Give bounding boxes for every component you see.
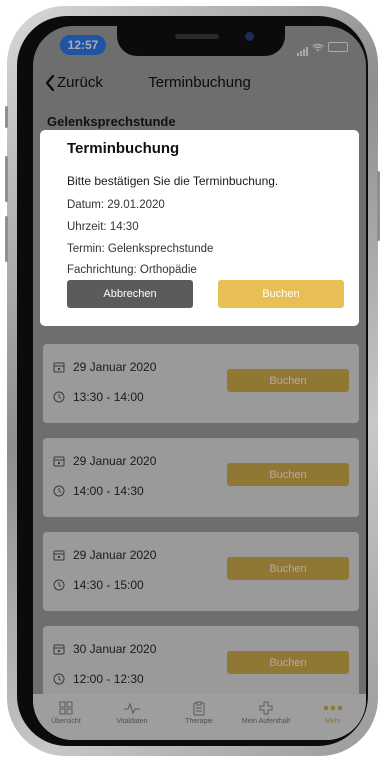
book-button[interactable]: Buchen	[227, 463, 349, 486]
clock-icon	[53, 485, 65, 497]
status-icons	[296, 38, 348, 56]
front-camera-icon	[245, 32, 254, 41]
book-button[interactable]: Buchen	[227, 369, 349, 392]
tab-label: Vitaldaten	[116, 718, 148, 725]
slot-time-row: 14:00 - 14:30	[53, 484, 144, 498]
dialog-date: Datum: 29.01.2020	[67, 199, 165, 211]
clipboard-icon	[193, 701, 205, 715]
section-title: Gelenksprechstunde	[47, 114, 176, 129]
tab-label: Übersicht	[51, 718, 81, 725]
dialog-specialty: Fachrichtung: Orthopädie	[67, 264, 197, 276]
slot-date: 29 Januar 2020	[73, 360, 157, 374]
wifi-icon	[312, 43, 324, 51]
slot-time-row: 14:30 - 15:00	[53, 578, 144, 592]
clock-icon	[53, 391, 65, 403]
grid-icon	[59, 701, 73, 715]
status-time: 12:57	[60, 35, 106, 55]
tab-label: Mein Aufenthalt	[241, 718, 291, 725]
slot-card: 29 Januar 2020 14:00 - 14:30 Buchen	[43, 438, 359, 517]
tab-vitaldaten[interactable]: Vitaldaten	[99, 698, 165, 725]
tab-label: Mehr	[325, 718, 341, 725]
slot-date: 29 Januar 2020	[73, 548, 157, 562]
cross-icon	[259, 701, 273, 715]
tab-label: Therapie	[185, 718, 213, 725]
dialog-time: Uhrzeit: 14:30	[67, 221, 139, 233]
slot-date-row: 29 Januar 2020	[53, 548, 156, 562]
calendar-icon	[53, 456, 65, 467]
dialog-title: Terminbuchung	[67, 140, 180, 157]
volume-up-button	[5, 156, 8, 202]
slot-time-row: 13:30 - 14:00	[53, 390, 144, 404]
power-button	[377, 171, 380, 241]
slot-date: 30 Januar 2020	[73, 642, 157, 656]
dialog-message: Bitte bestätigen Sie die Terminbuchung.	[67, 174, 279, 188]
slot-time: 12:00 - 12:30	[73, 672, 144, 686]
book-button[interactable]: Buchen	[227, 557, 349, 580]
tab-therapie[interactable]: Therapie	[166, 698, 232, 725]
tab-bar: Übersicht Vitaldaten Therapie Mein Aufen…	[33, 694, 366, 740]
slot-time: 14:30 - 15:00	[73, 578, 144, 592]
clock-icon	[53, 673, 65, 685]
notch	[117, 26, 285, 56]
slot-time: 14:00 - 14:30	[73, 484, 144, 498]
cancel-button[interactable]: Abbrechen	[67, 280, 193, 308]
more-icon	[323, 705, 343, 711]
slot-card: 29 Januar 2020 14:30 - 15:00 Buchen	[43, 532, 359, 611]
booking-confirmation-dialog: Terminbuchung Bitte bestätigen Sie die T…	[40, 130, 359, 326]
tab-mein-aufenthalt[interactable]: Mein Aufenthalt	[233, 698, 299, 725]
clock-icon	[53, 579, 65, 591]
volume-down-button	[5, 216, 8, 262]
navigation-bar: Zurück Terminbuchung	[33, 64, 366, 104]
screen: 12:57 Zurück Terminbuchung Gelenksprechs…	[33, 26, 366, 740]
slot-date-row: 29 Januar 2020	[53, 454, 156, 468]
dialog-appointment: Termin: Gelenksprechstunde	[67, 243, 214, 255]
speaker-grille	[175, 34, 219, 39]
battery-icon	[328, 42, 348, 52]
slot-date-row: 29 Januar 2020	[53, 360, 156, 374]
tab-mehr[interactable]: Mehr	[300, 698, 366, 725]
calendar-icon	[53, 644, 65, 655]
mute-switch	[5, 106, 8, 128]
slot-date-row: 30 Januar 2020	[53, 642, 156, 656]
slot-time: 13:30 - 14:00	[73, 390, 144, 404]
calendar-icon	[53, 550, 65, 561]
calendar-icon	[53, 362, 65, 373]
tab-overview[interactable]: Übersicht	[33, 698, 99, 725]
page-title: Terminbuchung	[148, 74, 251, 91]
pulse-icon	[124, 702, 140, 714]
confirm-booking-button[interactable]: Buchen	[218, 280, 344, 308]
signal-icon	[296, 38, 308, 56]
book-button[interactable]: Buchen	[227, 651, 349, 674]
phone-frame: 12:57 Zurück Terminbuchung Gelenksprechs…	[5, 6, 380, 756]
slot-card: 29 Januar 2020 13:30 - 14:00 Buchen	[43, 344, 359, 423]
slot-time-row: 12:00 - 12:30	[53, 672, 144, 686]
slot-date: 29 Januar 2020	[73, 454, 157, 468]
